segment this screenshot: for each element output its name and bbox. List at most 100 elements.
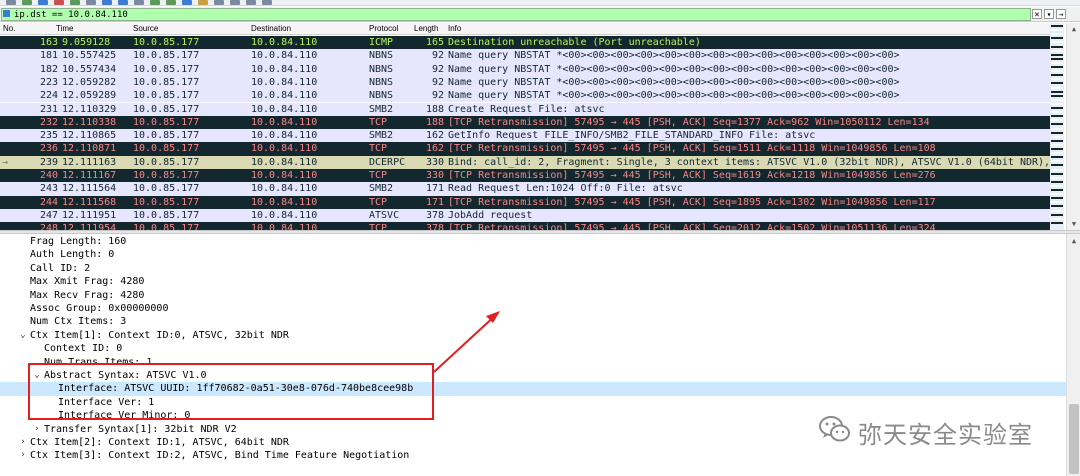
packet-destination: 10.0.84.110: [251, 209, 318, 221]
packet-info: JobAdd request: [448, 209, 533, 221]
packet-no: 163: [39, 37, 58, 48]
packet-row[interactable]: 232 12.110338 10.0.85.177 10.0.84.110 TCP 188…: [0, 115, 1064, 130]
packet-protocol: TCP: [369, 116, 388, 128]
scrollbar-thumb[interactable]: [1069, 404, 1079, 474]
apply-filter-button[interactable]: →: [1056, 9, 1066, 19]
details-scrollbar[interactable]: ▲: [1066, 234, 1080, 476]
detail-tree-item[interactable]: › Ctx Item[3]: Context ID:2, ATSVC, Bind …: [0, 449, 1066, 462]
detail-tree-item[interactable]: Assoc Group: 0x00000000: [0, 302, 1066, 315]
open-icon[interactable]: [22, 0, 32, 5]
packet-row[interactable]: 243 12.111564 10.0.85.177 10.0.84.110 SMB2 17…: [0, 182, 1064, 196]
minimap-band: [1051, 102, 1063, 105]
detail-tree-item[interactable]: Max Recv Frag: 4280: [0, 289, 1066, 302]
minimap-band: [1051, 135, 1063, 138]
scroll-down-icon[interactable]: ▼: [1069, 219, 1079, 229]
detail-field-text: Max Xmit Frag: 4280: [30, 276, 145, 288]
packet-row[interactable]: 223 12.059282 10.0.85.177 10.0.84.110 NBNS 92…: [0, 75, 1064, 90]
packet-row[interactable]: 239 12.111163 10.0.85.177 10.0.84.110 DCERPC…: [0, 155, 1064, 169]
column-header-source[interactable]: Source: [133, 23, 158, 35]
packet-minimap[interactable]: [1050, 23, 1064, 230]
last-icon[interactable]: [166, 0, 176, 5]
reload-icon[interactable]: [70, 0, 80, 5]
display-filter-bar: ✕ ▾ →: [0, 7, 1080, 22]
first-icon[interactable]: [150, 0, 160, 5]
detail-tree-item[interactable]: Call ID: 2: [0, 262, 1066, 275]
packet-row[interactable]: 235 12.110865 10.0.85.177 10.0.84.110 SMB2 16…: [0, 129, 1064, 143]
minimap-band: [1051, 111, 1063, 114]
packet-row[interactable]: 248 12.111954 10.0.85.177 10.0.84.110 TCP 378…: [0, 222, 1064, 230]
packet-row[interactable]: 163 9.059128 10.0.85.177 10.0.84.110 ICMP 165…: [0, 36, 1064, 50]
packet-row[interactable]: 244 12.111568 10.0.85.177 10.0.84.110 TCP 171…: [0, 195, 1064, 209]
expand-toggle-closed-icon[interactable]: ›: [18, 449, 28, 462]
packet-row[interactable]: 231 12.110329 10.0.85.177 10.0.84.110 SMB2 18…: [0, 102, 1064, 116]
column-header-no[interactable]: No.: [3, 23, 15, 35]
expand-toggle-open-icon[interactable]: ⌄: [18, 329, 28, 342]
scroll-up-icon[interactable]: ▲: [1069, 236, 1079, 246]
packet-protocol: SMB2: [369, 103, 394, 115]
packet-destination: 10.0.84.110: [251, 170, 318, 181]
packet-row[interactable]: 236 12.110871 10.0.85.177 10.0.84.110 TCP 162…: [0, 142, 1064, 156]
packet-no: 182: [39, 63, 58, 75]
minimap-band: [1051, 45, 1063, 48]
back-icon[interactable]: [102, 0, 112, 5]
column-header-protocol[interactable]: Protocol: [369, 23, 398, 35]
packet-row[interactable]: 181 10.557425 10.0.85.177 10.0.84.110 NBNS 92…: [0, 49, 1064, 63]
detail-tree-item[interactable]: Auth Length: 0: [0, 248, 1066, 261]
packet-time: 12.110865: [62, 130, 117, 142]
packet-source: 10.0.85.177: [133, 209, 200, 221]
packet-info: Name query NBSTAT *<00><00><00><00><00><…: [448, 90, 900, 102]
filter-history-dropdown[interactable]: ▾: [1044, 9, 1054, 19]
packet-row[interactable]: 240 12.111167 10.0.85.177 10.0.84.110 TCP 330…: [0, 169, 1064, 183]
column-header-info[interactable]: Info: [448, 23, 461, 35]
save-icon[interactable]: [38, 0, 48, 5]
detail-tree-item[interactable]: Max Xmit Frag: 4280: [0, 275, 1066, 288]
minimap-band: [1051, 164, 1063, 167]
zoom-in-icon[interactable]: [214, 0, 224, 5]
packet-length: 330: [425, 170, 444, 181]
filter-bookmark-icon[interactable]: [3, 10, 10, 17]
autoscroll-icon[interactable]: [182, 0, 192, 5]
column-header-destination[interactable]: Destination: [251, 23, 291, 35]
find-icon[interactable]: [86, 0, 96, 5]
detail-tree-item[interactable]: Context ID: 0: [0, 342, 1066, 355]
minimap-band: [1051, 184, 1063, 187]
detail-tree-item[interactable]: Num Ctx Items: 3: [0, 315, 1066, 328]
detail-tree-item[interactable]: Frag Length: 160: [0, 235, 1066, 248]
colorize-icon[interactable]: [198, 0, 208, 5]
scroll-up-icon[interactable]: ▲: [1069, 24, 1079, 34]
packet-protocol: NBNS: [369, 50, 394, 62]
minimap-band: [1051, 189, 1063, 191]
expand-toggle-closed-icon[interactable]: ›: [18, 436, 28, 449]
minimap-band: [1051, 172, 1063, 175]
column-header-time[interactable]: Time: [56, 23, 73, 35]
packet-source: 10.0.85.177: [133, 76, 200, 88]
minimap-band: [1051, 160, 1063, 163]
resize-icon[interactable]: [262, 0, 272, 5]
packet-row[interactable]: 247 12.111951 10.0.85.177 10.0.84.110 ATSVC 3…: [0, 208, 1064, 223]
packet-protocol: ICMP: [369, 37, 394, 48]
display-filter-input[interactable]: [1, 8, 1031, 21]
column-header-length[interactable]: Length: [414, 23, 438, 35]
goto-icon[interactable]: [134, 0, 144, 5]
packet-destination: 10.0.84.110: [251, 183, 318, 195]
zoom-reset-icon[interactable]: [246, 0, 256, 5]
packet-time: 12.059289: [62, 90, 117, 102]
packet-no: 240: [39, 170, 58, 181]
zoom-out-icon[interactable]: [230, 0, 240, 5]
forward-icon[interactable]: [118, 0, 128, 5]
watermark: 弥天安全实验室: [818, 410, 1058, 450]
expand-toggle-closed-icon[interactable]: ›: [32, 423, 42, 436]
file-icon[interactable]: [6, 0, 16, 5]
packet-time: 12.111954: [62, 223, 117, 230]
packet-row[interactable]: 182 10.557434 10.0.85.177 10.0.84.110 NBNS 92…: [0, 62, 1064, 76]
packet-row[interactable]: 224 12.059289 10.0.85.177 10.0.84.110 NBNS 92…: [0, 89, 1064, 103]
detail-tree-item[interactable]: ⌄ Ctx Item[1]: Context ID:0, ATSVC, 32bit…: [0, 329, 1066, 342]
packet-source: 10.0.85.177: [133, 196, 200, 208]
packet-length: 162: [425, 130, 444, 142]
close-icon[interactable]: [54, 0, 64, 5]
packet-time: 12.111951: [62, 209, 117, 221]
packet-list-scrollbar[interactable]: ▲ ▼: [1066, 23, 1080, 230]
packet-list[interactable]: No. Time Source Destination Protocol Len…: [0, 23, 1064, 230]
minimap-band: [1051, 148, 1063, 150]
clear-filter-button[interactable]: ✕: [1032, 9, 1042, 20]
